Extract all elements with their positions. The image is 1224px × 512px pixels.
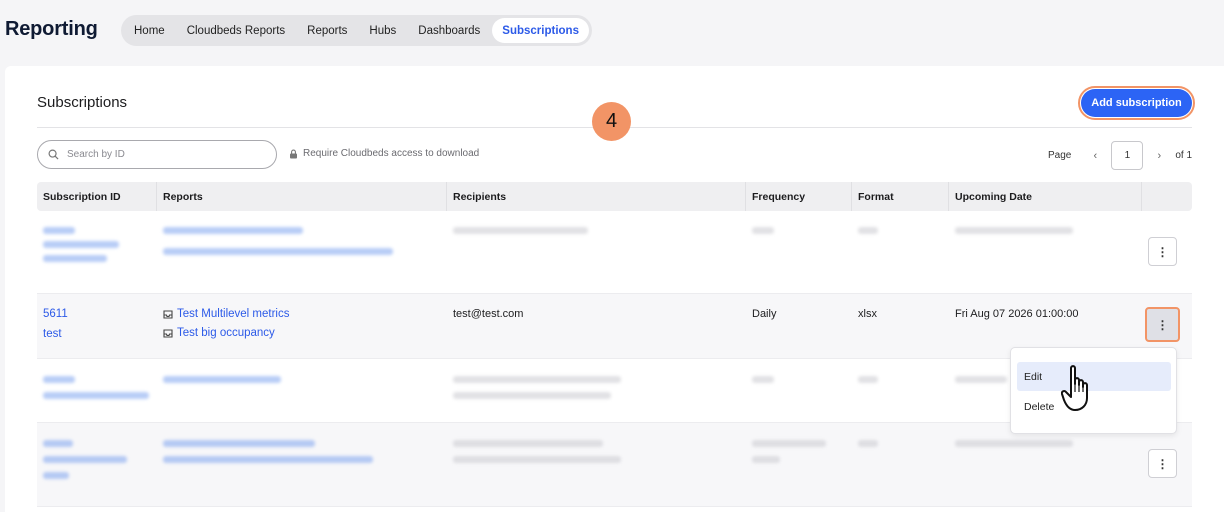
row-actions-button[interactable]: ⋮ [1148,237,1177,266]
table-header: Subscription ID Reports Recipients Frequ… [37,182,1192,211]
inbox-icon [163,328,173,338]
report-link[interactable]: Test Multilevel metrics [177,308,289,320]
prev-page-icon[interactable]: ‹ [1085,150,1105,162]
pagination: Page ‹ 1 › of 1 [1048,141,1192,170]
blurred-text [43,255,107,262]
blurred-text [858,376,878,383]
blurred-text [453,440,603,447]
require-access-label: Require Cloudbeds access to download [303,148,480,159]
search-input[interactable] [67,149,257,160]
subscription-id-link[interactable]: 5611 [43,308,157,320]
blurred-text [43,376,75,383]
col-recipients[interactable]: Recipients [447,182,746,211]
col-format[interactable]: Format [852,182,949,211]
add-subscription-label: Add subscription [1081,89,1192,117]
blurred-text [163,376,281,383]
app-title: Reporting [5,18,98,40]
row-actions-button[interactable]: ⋮ [1145,307,1180,342]
recipients-cell: test@test.com [453,308,524,320]
blurred-text [43,440,73,447]
blurred-text [163,440,315,447]
blurred-text [43,241,119,248]
report-item[interactable]: Test Multilevel metrics [163,308,447,320]
blurred-text [752,440,826,447]
blurred-text [752,456,780,463]
blurred-text [163,248,393,255]
require-access-toggle[interactable]: Require Cloudbeds access to download [289,148,479,159]
table-row: ⋮ [37,423,1192,507]
page-label: Page [1048,150,1072,161]
blurred-text [955,227,1073,234]
blurred-text [752,376,774,383]
tab-dashboards[interactable]: Dashboards [408,18,490,43]
tab-subscriptions[interactable]: Subscriptions [492,18,589,43]
col-actions [1142,182,1192,211]
blurred-text [453,456,621,463]
more-vertical-icon: ⋮ [1156,317,1169,332]
blurred-text [43,392,149,399]
inbox-icon [163,309,173,319]
tab-home[interactable]: Home [124,18,175,43]
blurred-text [858,440,878,447]
step-badge: 4 [592,102,631,141]
blurred-text [453,227,588,234]
page-title: Subscriptions [37,94,128,111]
page-number-input[interactable]: 1 [1111,141,1144,170]
blurred-text [453,392,611,399]
tab-reports[interactable]: Reports [297,18,357,43]
more-vertical-icon: ⋮ [1156,244,1169,259]
blurred-text [955,376,1007,383]
blurred-text [163,456,373,463]
blurred-text [43,227,75,234]
blurred-text [163,227,303,234]
add-subscription-button[interactable]: Add subscription [1078,86,1195,120]
subscriptions-table: Subscription ID Reports Recipients Frequ… [37,182,1192,507]
next-page-icon[interactable]: › [1149,150,1169,162]
blurred-text [858,227,878,234]
more-vertical-icon: ⋮ [1156,456,1169,471]
blurred-text [453,376,621,383]
format-cell: xlsx [858,308,877,320]
page-count: of 1 [1175,150,1193,161]
nav-tabs: Home Cloudbeds Reports Reports Hubs Dash… [121,15,592,46]
search-icon [48,149,59,160]
blurred-text [955,440,1073,447]
table-row: ⋮ [37,211,1192,294]
col-reports[interactable]: Reports [157,182,447,211]
row-actions-button[interactable]: ⋮ [1148,449,1177,478]
col-subscription-id[interactable]: Subscription ID [37,182,157,211]
blurred-text [43,456,127,463]
hand-cursor-icon [1061,365,1088,411]
col-frequency[interactable]: Frequency [746,182,852,211]
report-link[interactable]: Test big occupancy [177,327,275,339]
top-bar: Reporting Home Cloudbeds Reports Reports… [0,0,1224,62]
subscription-name-link[interactable]: test [43,328,157,340]
blurred-text [752,227,774,234]
tab-hubs[interactable]: Hubs [359,18,406,43]
frequency-cell: Daily [752,308,777,320]
lock-icon [290,149,297,158]
search-box[interactable] [37,140,277,169]
tab-cloudbeds-reports[interactable]: Cloudbeds Reports [177,18,295,43]
col-upcoming-date[interactable]: Upcoming Date [949,182,1142,211]
blurred-text [43,472,69,479]
report-item[interactable]: Test big occupancy [163,327,447,339]
